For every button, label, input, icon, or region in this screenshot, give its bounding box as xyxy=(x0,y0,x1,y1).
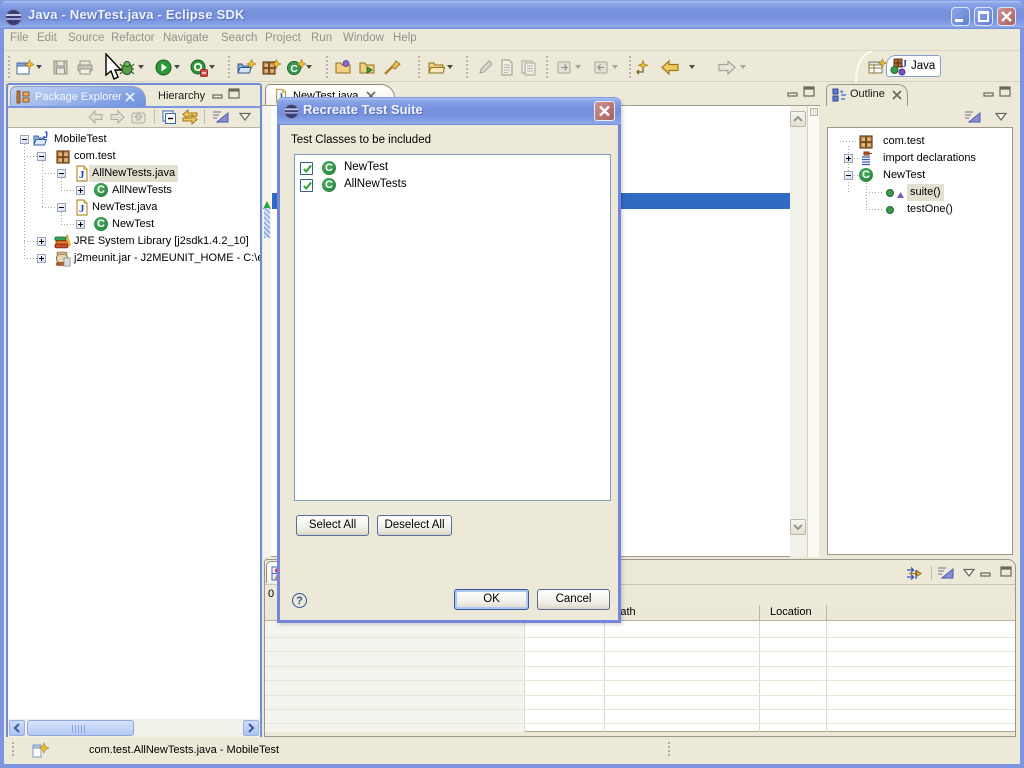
svg-text:J: J xyxy=(43,131,48,140)
svg-text:J: J xyxy=(902,59,907,70)
svg-text:C: C xyxy=(291,64,298,75)
svg-text:J: J xyxy=(79,203,85,215)
svg-text:J: J xyxy=(79,169,85,181)
